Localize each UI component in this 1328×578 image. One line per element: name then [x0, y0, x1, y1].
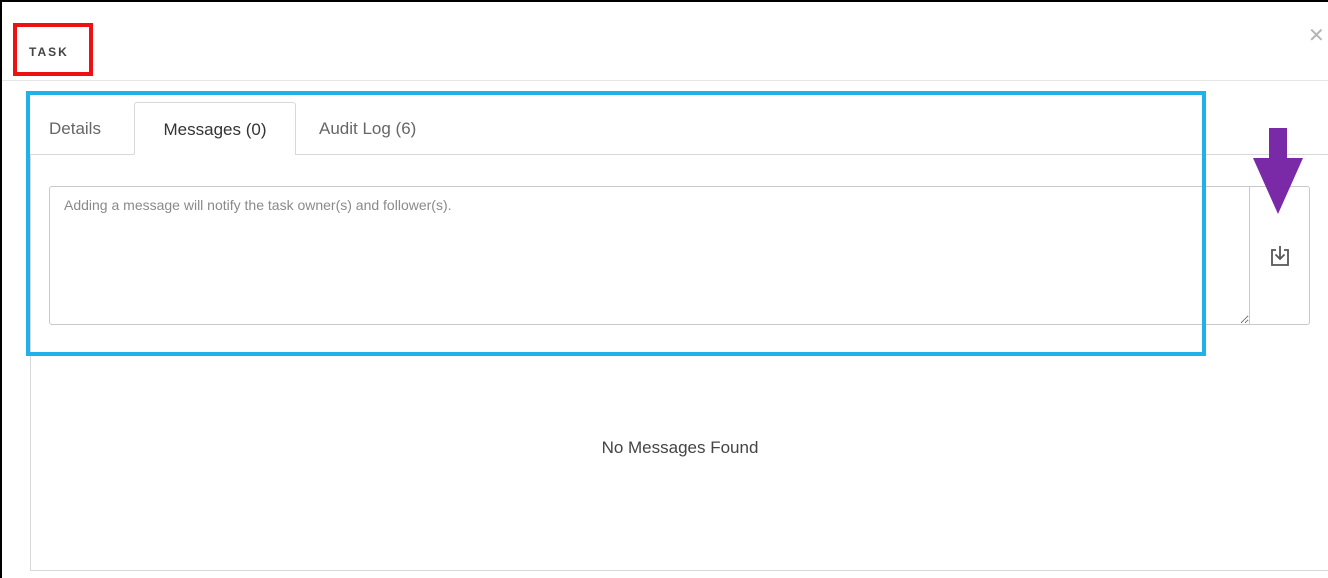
download-tray-icon: [1271, 246, 1289, 266]
close-icon[interactable]: ✕: [1308, 26, 1325, 46]
tab-details[interactable]: Details: [49, 102, 101, 155]
message-input[interactable]: [49, 186, 1250, 325]
tabs-divider: [295, 154, 1328, 155]
tabs-divider: [30, 154, 134, 155]
task-modal: TASK ✕ Details Messages (0) Audit Log (6…: [0, 0, 1328, 578]
modal-title: TASK: [29, 45, 69, 59]
tab-audit-log[interactable]: Audit Log (6): [319, 102, 416, 155]
tab-messages[interactable]: Messages (0): [134, 102, 296, 155]
no-messages-text: No Messages Found: [601, 438, 759, 457]
add-message-button[interactable]: [1249, 186, 1310, 325]
modal-header: TASK ✕: [2, 2, 1328, 81]
